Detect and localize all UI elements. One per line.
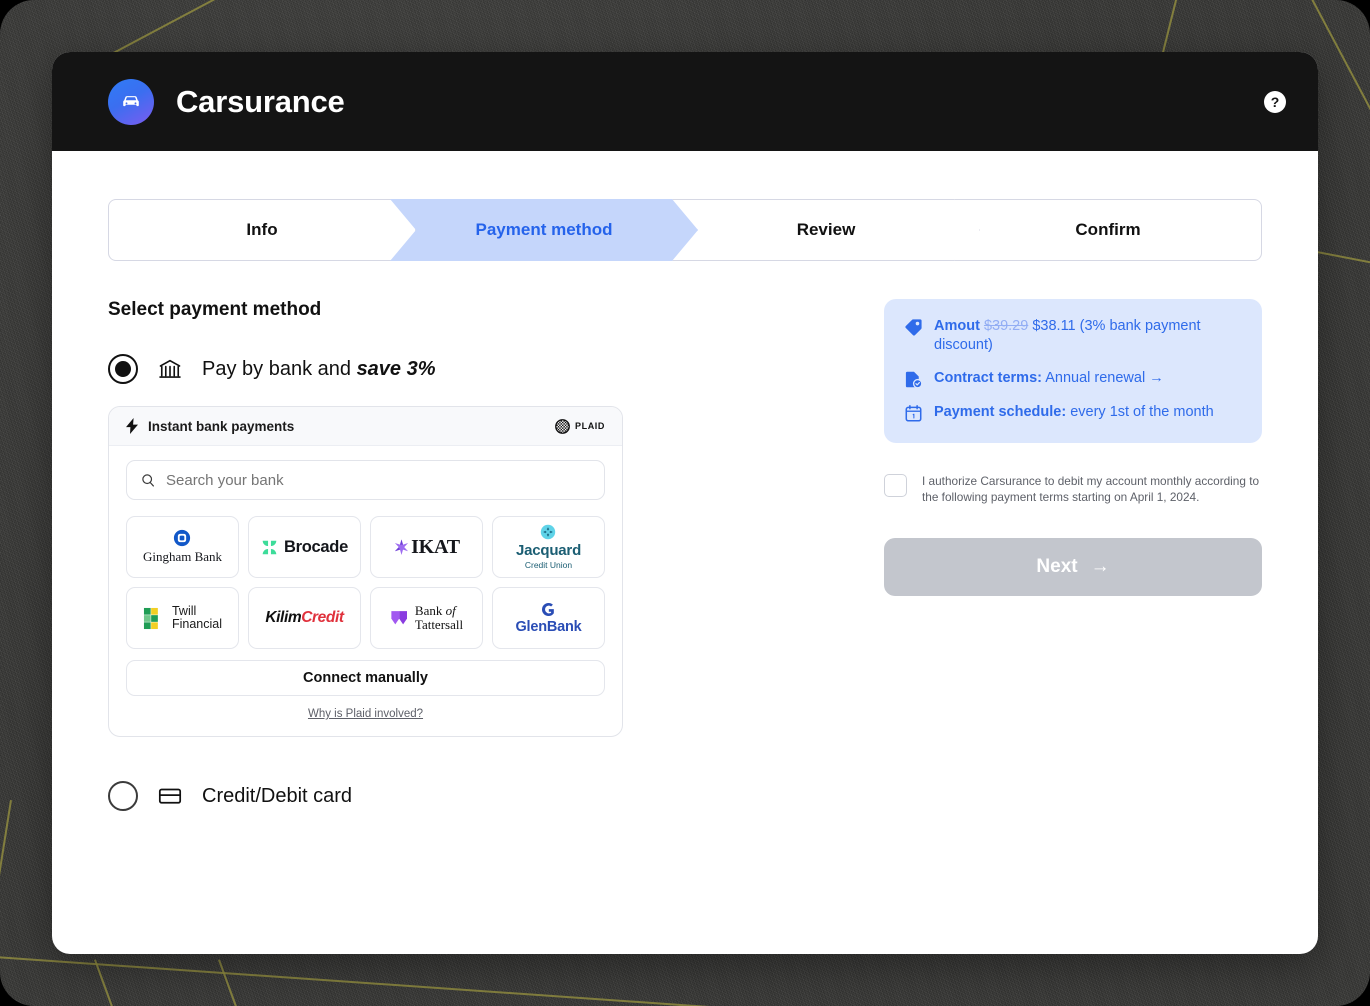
jacquard-logo [541,525,556,540]
bank-grid: Gingham Bank Brocade IKAT Jacquard Credi… [126,516,605,649]
road-line [0,800,12,1006]
app-header: Carsurance ? [52,52,1318,151]
road-line [218,959,244,1006]
bank-tile-kilimcredit[interactable]: KilimCredit [248,587,361,649]
glenbank-logo [541,602,554,616]
calendar-icon [904,404,923,423]
bank-name: Jacquard [515,542,582,560]
bank-name: Gingham Bank [142,549,223,564]
why-is-plaid-involved-link[interactable]: Why is Plaid involved? [126,708,605,720]
plaid-header-title: Instant bank payments [148,418,295,434]
summary-row-contract-terms[interactable]: Contract terms: Annual renewal → [904,369,1242,389]
summary-column: Amout $39.29 $38.11 (3% bank payment dis… [828,299,1262,811]
next-button-label: Next [1036,556,1078,578]
payment-option-card[interactable]: Credit/Debit card [108,781,828,811]
brocade-logo [262,540,277,554]
order-summary: Amout $39.29 $38.11 (3% bank payment dis… [884,299,1262,443]
progress-stepper: Info Payment method Review Confirm [108,199,1262,261]
plaid-widget: Instant bank payments PLAID Search your … [108,406,623,737]
content-area: Select payment method Pay by bank and sa… [52,299,1318,811]
bank-name: IKAT [411,535,460,558]
page-title: Carsurance [176,83,345,119]
step-review[interactable]: Review [672,199,980,261]
bank-name: Bank of Tattersall [414,603,464,632]
bank-name: Twill Financial [171,603,223,631]
summary-amount-text: Amout $39.29 $38.11 (3% bank payment dis… [934,318,1201,353]
road-line [0,955,1370,1006]
next-button[interactable]: Next → [884,538,1262,597]
bank-of-tattersall-logo [391,611,407,625]
bank-tile-glenbank[interactable]: GlenBank [492,587,605,649]
bank-tile-ikat[interactable]: IKAT [370,516,483,578]
bank-tile-jacquard[interactable]: Jacquard Credit Union [492,516,605,578]
plaid-brand: PLAID [555,418,605,434]
plaid-widget-body: Gingham Bank Brocade [109,446,622,736]
summary-schedule-text: Payment schedule: every 1st of the month [934,403,1214,420]
payment-option-card-label: Credit/Debit card [202,784,353,807]
radio-dot [115,361,131,377]
connect-manually-button[interactable]: Connect manually [126,660,605,696]
plaid-mesh-icon [555,418,570,434]
search-icon [142,473,154,487]
arrow-right-icon: → [1090,556,1110,578]
car-icon [108,78,154,125]
ikat-logo [394,538,409,555]
step-info[interactable]: Info [108,199,416,261]
gingham-bank-logo [174,529,191,547]
authorization-row[interactable]: I authorize Carsurance to debit my accou… [884,473,1262,507]
radio-bank-selected[interactable] [108,354,138,384]
search-input[interactable] [166,471,590,489]
section-title: Select payment method [108,299,322,320]
search-bank-field[interactable] [126,460,605,500]
bank-tile-gingham-bank[interactable]: Gingham Bank [126,516,239,578]
summary-row-amount: Amout $39.29 $38.11 (3% bank payment dis… [904,317,1242,355]
step-confirm[interactable]: Confirm [954,199,1262,261]
plaid-header-left: Instant bank payments [126,418,294,434]
credit-card-icon [157,783,183,809]
bank-tile-brocade[interactable]: Brocade [248,516,361,578]
summary-contract-text: Contract terms: Annual renewal → [934,369,1164,386]
twill-financial-logo [143,607,158,629]
step-payment-method[interactable]: Payment method [390,199,698,261]
authorize-checkbox[interactable] [884,473,907,497]
payment-option-bank-label: Pay by bank and save 3% [202,357,436,380]
bank-name: Brocade [284,537,348,556]
bank-subtitle: Credit Union [524,560,573,571]
plaid-brand-text: PLAID [575,421,605,431]
help-icon[interactable]: ? [1264,90,1286,113]
bank-tile-bank-of-tattersall[interactable]: Bank of Tattersall [370,587,483,649]
bank-name: GlenBank [515,618,582,635]
summary-row-payment-schedule: Payment schedule: every 1st of the month [904,403,1242,423]
price-tag-icon [904,318,923,337]
brand: Carsurance [108,78,345,125]
payment-option-bank[interactable]: Pay by bank and save 3% [108,354,828,384]
bank-name: KilimCredit [265,609,344,626]
app-window: Carsurance ? Info Payment method Review … [52,52,1318,954]
authorize-text: I authorize Carsurance to debit my accou… [922,473,1260,505]
radio-card-unselected[interactable] [108,781,138,811]
payment-method-column: Select payment method Pay by bank and sa… [108,299,828,811]
plaid-widget-header: Instant bank payments PLAID [109,407,622,446]
bank-icon [157,356,183,382]
bank-tile-twill-financial[interactable]: Twill Financial [126,587,239,649]
lightning-bolt-icon [126,418,138,434]
document-check-icon [904,370,923,389]
